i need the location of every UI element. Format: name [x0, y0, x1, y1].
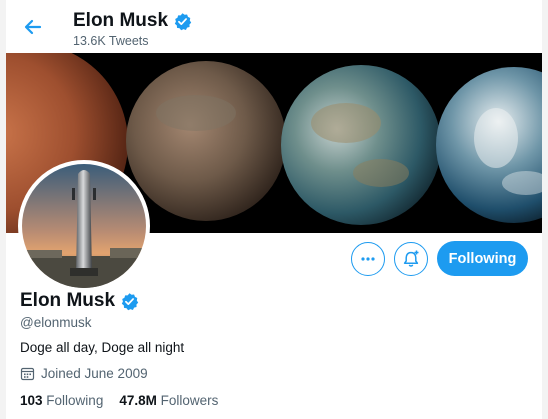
header-title: Elon Musk	[73, 10, 192, 32]
back-button[interactable]	[20, 14, 46, 40]
joined-date: Joined June 2009	[20, 366, 148, 381]
followers-link[interactable]: 47.8M Followers	[119, 393, 218, 408]
follow-stats: 103 Following 47.8M Followers	[20, 393, 218, 408]
following-button[interactable]: Following	[437, 241, 528, 276]
avatar[interactable]	[18, 160, 150, 292]
planet-terraforming	[126, 61, 286, 221]
profile-bio: Doge all day, Doge all night	[20, 340, 185, 355]
profile-header: Elon Musk 13.6K Tweets	[6, 0, 542, 53]
profile-panel: Elon Musk 13.6K Tweets Following Elon Mu…	[6, 0, 542, 419]
following-count: 103	[20, 393, 43, 408]
notifications-button[interactable]	[394, 242, 428, 276]
profile-name-text: Elon Musk	[20, 290, 116, 311]
arrow-left-icon	[24, 19, 42, 35]
verified-badge-icon	[173, 12, 192, 31]
profile-display-name: Elon Musk	[20, 290, 139, 312]
more-options-button[interactable]	[351, 242, 385, 276]
bell-plus-icon	[403, 250, 419, 267]
header-tweet-count: 13.6K Tweets	[73, 34, 149, 48]
following-label: Following	[46, 393, 104, 408]
more-dots-icon	[361, 257, 375, 261]
header-name-text: Elon Musk	[73, 10, 169, 31]
followers-label: Followers	[160, 393, 219, 408]
planet-terraformed	[281, 65, 441, 225]
profile-handle: @elonmusk	[20, 315, 92, 330]
following-link[interactable]: 103 Following	[20, 393, 103, 408]
joined-text: Joined June 2009	[41, 366, 148, 381]
followers-count: 47.8M	[119, 393, 157, 408]
calendar-icon	[20, 367, 35, 381]
verified-badge-icon	[120, 292, 139, 311]
